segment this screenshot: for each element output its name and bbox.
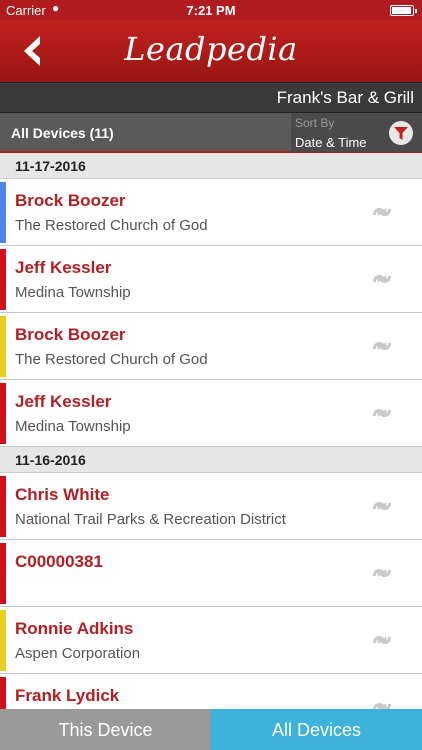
status-stripe <box>0 316 6 377</box>
lead-organization: The Restored Church of God <box>15 351 208 368</box>
tab-all-devices[interactable]: All Devices <box>211 709 422 750</box>
lead-row[interactable]: Jeff Kessler Medina Township <box>0 380 422 447</box>
status-stripe <box>0 476 6 537</box>
sync-icon[interactable] <box>370 563 394 583</box>
sync-icon[interactable] <box>370 697 394 709</box>
lead-organization: Medina Township <box>15 284 131 301</box>
filter-button[interactable] <box>389 121 413 145</box>
lead-name: Jeff Kessler <box>15 392 112 411</box>
section-date-header: 11-16-2016 <box>0 447 422 473</box>
lead-row[interactable]: Jeff Kessler Medina Township <box>0 246 422 313</box>
device-count-label: All Devices (11) <box>11 125 114 141</box>
sync-icon[interactable] <box>370 496 394 516</box>
sync-icon[interactable] <box>370 269 394 289</box>
lead-name: Brock Boozer <box>15 191 126 210</box>
lead-name: Ronnie Adkins <box>15 619 134 638</box>
filter-bar: All Devices (11) Sort By Date & Time <box>0 112 422 153</box>
lead-name: Chris White <box>15 485 110 504</box>
lead-row[interactable]: Chris White National Trail Parks & Recrea… <box>0 473 422 540</box>
lead-row[interactable]: C00000381 <box>0 540 422 607</box>
app-logo: Leadpedia <box>124 30 298 68</box>
lead-organization: Medina Township <box>15 418 131 435</box>
tab-this-device[interactable]: This Device <box>0 709 211 750</box>
sort-selector[interactable]: Sort By Date & Time <box>291 113 422 152</box>
status-stripe <box>0 543 6 604</box>
lead-organization: Aspen Corporation <box>15 645 141 662</box>
lead-name: Jeff Kessler <box>15 258 112 277</box>
sync-icon[interactable] <box>370 336 394 356</box>
lead-organization: The Restored Church of God <box>15 217 208 234</box>
status-stripe <box>0 249 6 310</box>
lead-row[interactable]: Ronnie Adkins Aspen Corporation <box>0 607 422 674</box>
status-stripe <box>0 677 6 709</box>
company-bar: Frank's Bar & Grill <box>0 82 422 112</box>
sort-value: Date & Time <box>295 135 367 150</box>
sync-icon[interactable] <box>370 403 394 423</box>
lead-name: Frank Lydick <box>15 686 120 705</box>
lead-name: C00000381 <box>15 552 103 571</box>
lead-organization: National Trail Parks & Recreation Distri… <box>15 511 286 528</box>
sort-by-label: Sort By <box>295 116 335 130</box>
tab-bar: This Device All Devices <box>0 709 422 750</box>
nav-bar: Leadpedia <box>0 20 422 82</box>
lead-row[interactable]: Brock Boozer The Restored Church of God <box>0 313 422 380</box>
lead-row[interactable]: Brock Boozer The Restored Church of God <box>0 179 422 246</box>
sync-icon[interactable] <box>370 630 394 650</box>
lead-row[interactable]: Frank LydickThe Restored Church of God <box>0 674 422 709</box>
funnel-icon <box>394 127 408 140</box>
lead-list[interactable]: 11-17-2016 Brock Boozer The Restored Churc… <box>0 153 422 709</box>
company-name: Frank's Bar & Grill <box>276 88 414 107</box>
status-stripe <box>0 383 6 444</box>
battery-icon <box>390 5 417 16</box>
lead-name: Brock Boozer <box>15 325 126 344</box>
status-stripe <box>0 182 6 243</box>
status-bar: Carrier ● 7:21 PM <box>0 0 422 20</box>
sync-icon[interactable] <box>370 202 394 222</box>
status-time: 7:21 PM <box>186 3 236 18</box>
status-stripe <box>0 610 6 671</box>
section-date-header: 11-17-2016 <box>0 153 422 179</box>
